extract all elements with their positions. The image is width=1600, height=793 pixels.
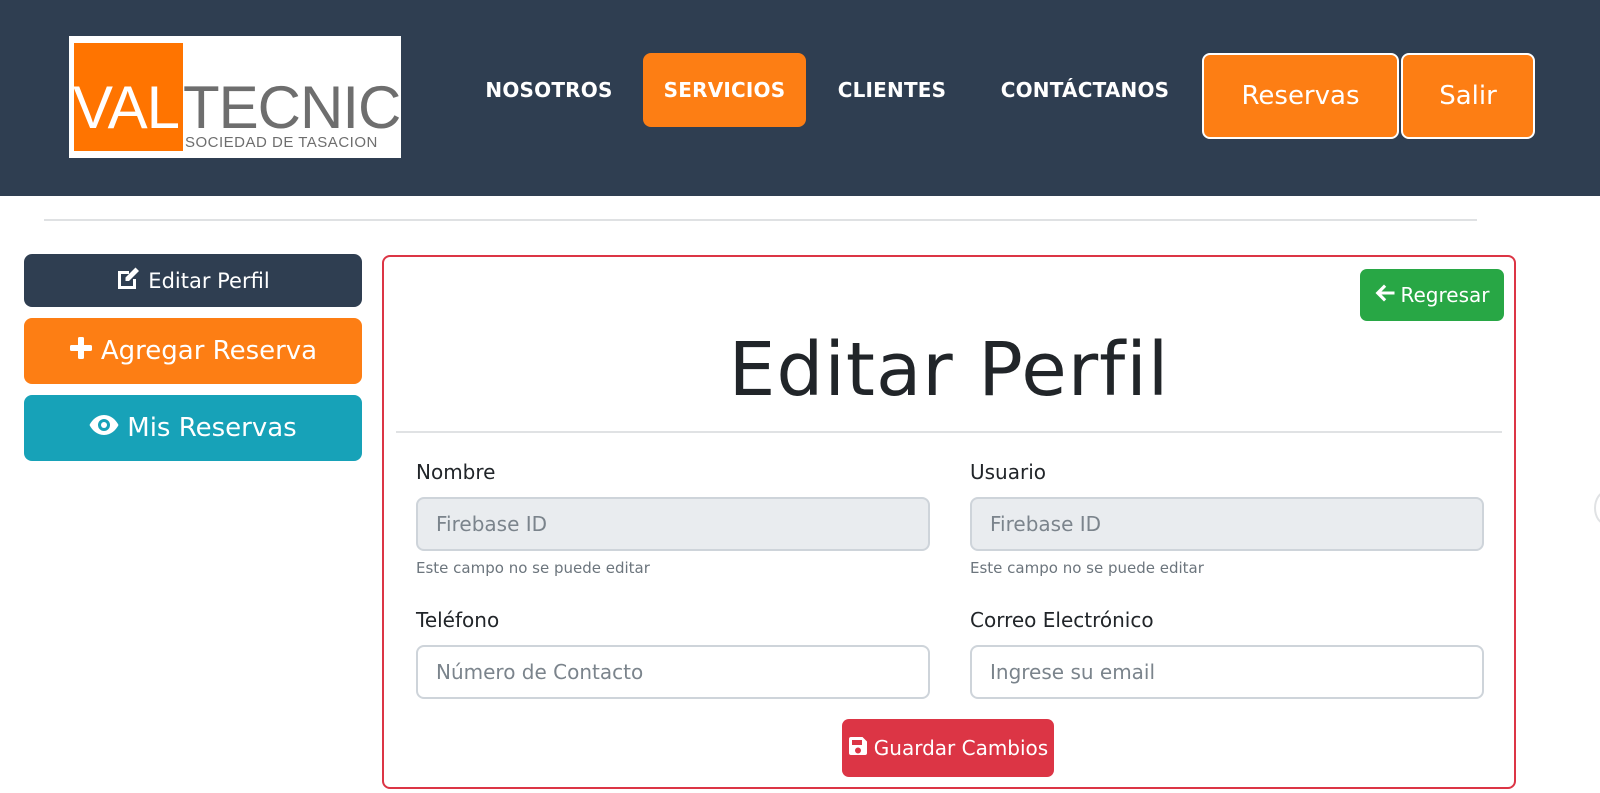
sidebar-edit-profile-button[interactable]: Editar Perfil: [24, 254, 362, 307]
back-button-label: Regresar: [1400, 283, 1490, 307]
edit-profile-card: Regresar Editar Perfil Nombre Este campo…: [382, 255, 1516, 789]
logo-val-text: VAL: [73, 74, 180, 141]
edge-scroll-indicator[interactable]: [1594, 491, 1600, 525]
save-changes-button[interactable]: Guardar Cambios: [842, 719, 1054, 777]
edit-icon: [116, 267, 140, 294]
reservas-button[interactable]: Reservas: [1202, 53, 1399, 139]
page-title: Editar Perfil: [728, 327, 1170, 413]
eye-icon: [89, 413, 119, 443]
title-divider: [396, 431, 1502, 433]
salir-button[interactable]: Salir: [1401, 53, 1535, 139]
back-button[interactable]: Regresar: [1360, 269, 1504, 321]
save-icon: [848, 736, 868, 761]
telefono-input[interactable]: [416, 645, 930, 699]
nombre-input[interactable]: [416, 497, 930, 551]
correo-input[interactable]: [970, 645, 1484, 699]
nav-link-servicios[interactable]: SERVICIOS: [643, 53, 806, 127]
sidebar-my-bookings-button[interactable]: Mis Reservas: [24, 395, 362, 461]
save-changes-label: Guardar Cambios: [873, 736, 1049, 760]
usuario-label: Usuario: [970, 460, 1047, 484]
nombre-help-text: Este campo no se puede editar: [416, 559, 650, 577]
top-navbar: VAL TECNIC SOCIEDAD DE TASACION NOSOTROS…: [0, 0, 1600, 196]
sidebar-my-bookings-label: Mis Reservas: [127, 413, 297, 443]
divider: [44, 219, 1477, 221]
usuario-input[interactable]: [970, 497, 1484, 551]
plus-icon: [69, 336, 93, 367]
valtecnic-logo[interactable]: VAL TECNIC SOCIEDAD DE TASACION: [69, 36, 401, 158]
nav-link-contactanos[interactable]: CONTÁCTANOS: [992, 53, 1178, 127]
nav-link-nosotros[interactable]: NOSOTROS: [478, 53, 620, 127]
arrow-left-icon: [1375, 283, 1395, 307]
logo-tecnic-text: TECNIC: [183, 74, 401, 141]
nombre-label: Nombre: [416, 460, 496, 484]
sidebar-edit-profile-label: Editar Perfil: [148, 268, 270, 293]
sidebar-add-booking-button[interactable]: Agregar Reserva: [24, 318, 362, 384]
telefono-label: Teléfono: [416, 608, 500, 632]
sidebar-add-booking-label: Agregar Reserva: [100, 336, 318, 366]
nav-link-clientes[interactable]: CLIENTES: [830, 53, 954, 127]
usuario-help-text: Este campo no se puede editar: [970, 559, 1204, 577]
logo-subtitle: SOCIEDAD DE TASACION: [185, 134, 378, 151]
correo-label: Correo Electrónico: [970, 608, 1154, 632]
